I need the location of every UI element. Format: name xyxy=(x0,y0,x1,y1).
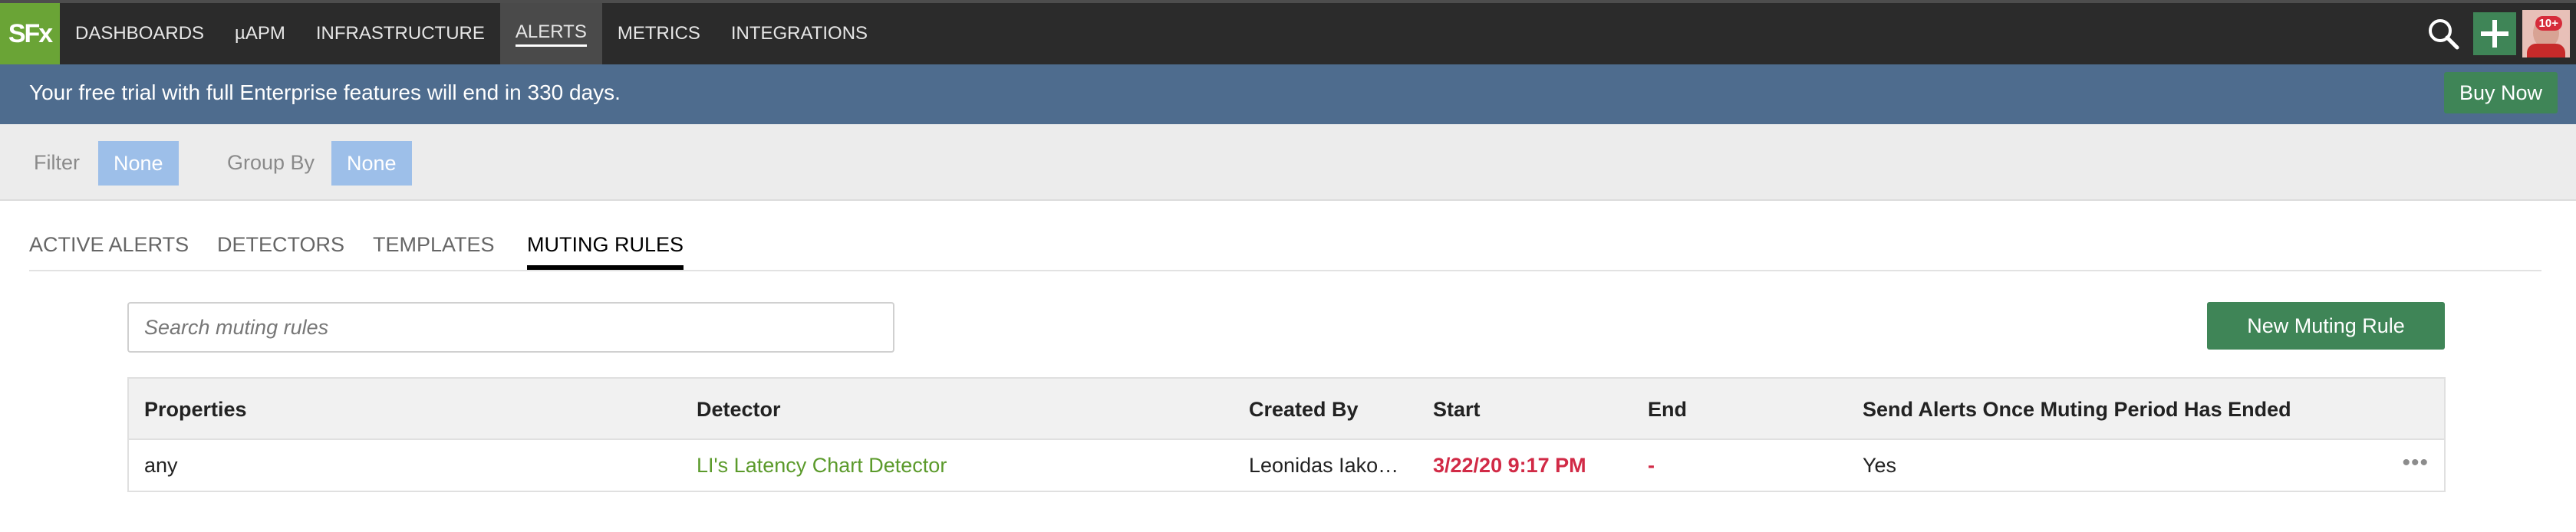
buy-now-button[interactable]: Buy Now xyxy=(2443,72,2558,113)
nav-item-label: DASHBOARDS xyxy=(75,23,205,44)
cell-start: 3/22/20 9:17 PM xyxy=(1433,454,1586,477)
group-by-label: Group By xyxy=(227,151,315,174)
nav-item-label: µAPM xyxy=(235,23,285,44)
nav-item-apm[interactable]: µAPM xyxy=(219,3,301,64)
nav-item-label: METRICS xyxy=(617,23,700,44)
muting-rules-table: Properties Detector Created By Start End… xyxy=(127,377,2446,492)
trial-banner: Your free trial with full Enterprise fea… xyxy=(0,64,2576,124)
search-icon[interactable] xyxy=(2420,3,2467,64)
detector-link[interactable]: LI's Latency Chart Detector xyxy=(697,440,947,491)
app-logo[interactable]: SFx xyxy=(0,3,60,64)
more-icon[interactable]: ••• xyxy=(2402,452,2429,475)
alerts-tabs: ACTIVE ALERTS DETECTORS TEMPLATES MUTING… xyxy=(29,201,2541,271)
cell-end: - xyxy=(1648,454,1655,477)
nav-item-label: INTEGRATIONS xyxy=(730,23,868,44)
cell-created-by: Leonidas Iako… xyxy=(1249,454,1399,477)
cell-properties: any xyxy=(144,454,178,477)
avatar-shirt xyxy=(2527,44,2565,57)
tab-muting-rules[interactable]: MUTING RULES xyxy=(527,233,684,270)
filter-bar: Filter None Group By None xyxy=(0,124,2576,201)
search-muting-rules-input[interactable] xyxy=(127,302,894,353)
header-send-alerts[interactable]: Send Alerts Once Muting Period Has Ended xyxy=(1863,379,2291,440)
cell-send-alerts: Yes xyxy=(1863,454,1897,477)
tab-active-alerts[interactable]: ACTIVE ALERTS xyxy=(29,233,189,270)
tab-templates[interactable]: TEMPLATES xyxy=(373,233,495,270)
nav-item-metrics[interactable]: METRICS xyxy=(602,3,716,64)
nav-actions: 10+ xyxy=(2420,3,2576,64)
nav-item-alerts[interactable]: ALERTS xyxy=(499,3,602,64)
header-start[interactable]: Start xyxy=(1433,379,1481,440)
nav-item-dashboards[interactable]: DASHBOARDS xyxy=(60,3,219,64)
table-row[interactable]: any LI's Latency Chart Detector Leonidas… xyxy=(129,440,2444,491)
tab-detectors[interactable]: DETECTORS xyxy=(217,233,344,270)
filter-value-pill[interactable]: None xyxy=(98,141,179,186)
new-muting-rule-button[interactable]: New Muting Rule xyxy=(2207,302,2445,350)
notification-badge: 10+ xyxy=(2535,16,2562,31)
avatar[interactable]: 10+ xyxy=(2522,10,2570,57)
nav-item-label: INFRASTRUCTURE xyxy=(315,23,485,44)
header-created-by[interactable]: Created By xyxy=(1249,379,1359,440)
header-end[interactable]: End xyxy=(1648,379,1687,440)
table-header: Properties Detector Created By Start End… xyxy=(129,379,2444,440)
plus-icon[interactable] xyxy=(2473,12,2516,55)
header-properties[interactable]: Properties xyxy=(144,379,247,440)
nav-item-integrations[interactable]: INTEGRATIONS xyxy=(716,3,883,64)
nav-menu: DASHBOARDS µAPM INFRASTRUCTURE ALERTS ME… xyxy=(60,3,883,64)
nav-item-label: ALERTS xyxy=(515,21,587,47)
nav-item-infrastructure[interactable]: INFRASTRUCTURE xyxy=(301,3,500,64)
group-by-value-pill[interactable]: None xyxy=(331,141,412,186)
top-nav: SFx DASHBOARDS µAPM INFRASTRUCTURE ALERT… xyxy=(0,0,2576,64)
header-detector[interactable]: Detector xyxy=(697,379,781,440)
trial-message: Your free trial with full Enterprise fea… xyxy=(29,80,621,104)
filter-label: Filter xyxy=(34,151,80,174)
